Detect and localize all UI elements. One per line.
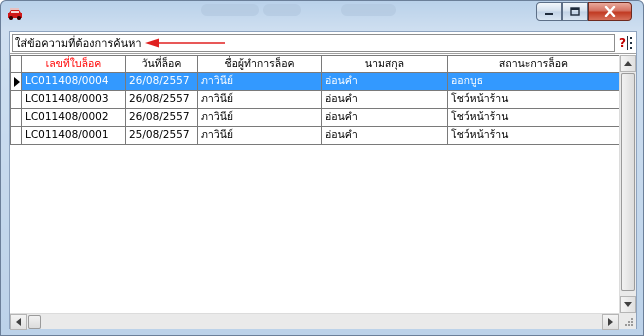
cell-lock-no[interactable]: LC011408/0003: [22, 91, 126, 109]
cell-surname[interactable]: อ่อนคำ: [322, 109, 448, 127]
data-grid[interactable]: เลขที่ใบล็อค วันที่ล็อค ชื่อผู้ทำการล็อค…: [10, 55, 620, 315]
cell-locked-by[interactable]: ภาวินีย์: [198, 109, 322, 127]
close-button[interactable]: [588, 2, 632, 21]
search-bar: ?: [10, 32, 636, 54]
row-selector[interactable]: [10, 73, 22, 91]
maximize-icon: [570, 7, 580, 16]
cell-lock-status[interactable]: ออกบูธ: [448, 73, 620, 91]
car-icon: [8, 8, 22, 20]
column-header-locked-by[interactable]: ชื่อผู้ทำการล็อค: [198, 55, 322, 73]
scroll-thumb[interactable]: [28, 315, 41, 329]
scroll-thumb[interactable]: [621, 73, 635, 291]
blurred-title: [263, 4, 301, 16]
column-header-lock-date[interactable]: วันที่ล็อค: [126, 55, 198, 73]
cell-lock-no[interactable]: LC011408/0002: [22, 109, 126, 127]
row-selector[interactable]: [10, 91, 22, 109]
cell-locked-by[interactable]: ภาวินีย์: [198, 73, 322, 91]
cell-lock-date[interactable]: 26/08/2557: [126, 73, 198, 91]
cell-lock-status[interactable]: โชว์หน้าร้าน: [448, 91, 620, 109]
close-icon: [604, 6, 616, 17]
minimize-icon: [545, 12, 553, 15]
scroll-down-button[interactable]: [620, 296, 636, 313]
column-header-surname[interactable]: นามสกุล: [322, 55, 448, 73]
cell-lock-date[interactable]: 25/08/2557: [126, 127, 198, 145]
dots-icon[interactable]: [627, 35, 635, 51]
cell-lock-no[interactable]: LC011408/0001: [22, 127, 126, 145]
cell-lock-status[interactable]: โชว์หน้าร้าน: [448, 109, 620, 127]
grid-header: เลขที่ใบล็อค วันที่ล็อค ชื่อผู้ทำการล็อค…: [10, 55, 620, 73]
cell-surname[interactable]: อ่อนคำ: [322, 73, 448, 91]
scroll-right-button[interactable]: [602, 314, 619, 330]
column-header-lock-status[interactable]: สถานะการล็อค: [448, 55, 620, 73]
cell-lock-date[interactable]: 26/08/2557: [126, 109, 198, 127]
maximize-button[interactable]: [562, 2, 588, 21]
blurred-title: [201, 4, 259, 16]
current-row-icon: [14, 77, 20, 87]
cell-lock-no[interactable]: LC011408/0004: [22, 73, 126, 91]
cell-locked-by[interactable]: ภาวินีย์: [198, 127, 322, 145]
table-row[interactable]: LC011408/0004 26/08/2557 ภาวินีย์ อ่อนคำ…: [10, 73, 620, 91]
cell-lock-status[interactable]: โชว์หน้าร้าน: [448, 127, 620, 145]
vertical-scrollbar[interactable]: [619, 55, 636, 313]
table-row[interactable]: LC011408/0003 26/08/2557 ภาวินีย์ อ่อนคำ…: [10, 91, 620, 109]
client-area: ? เลขที่ใบล็อค วันที่ล็อค ชื่อผู้ทำการล็…: [9, 31, 637, 330]
table-row[interactable]: LC011408/0002 26/08/2557 ภาวินีย์ อ่อนคำ…: [10, 109, 620, 127]
resize-grip-icon[interactable]: [622, 315, 634, 327]
cell-surname[interactable]: อ่อนคำ: [322, 127, 448, 145]
column-header-lock-no[interactable]: เลขที่ใบล็อค: [22, 55, 126, 73]
scroll-left-button[interactable]: [10, 314, 27, 330]
scroll-up-button[interactable]: [620, 55, 636, 72]
cell-surname[interactable]: อ่อนคำ: [322, 91, 448, 109]
row-selector[interactable]: [10, 127, 22, 145]
arrow-left-icon: [16, 318, 21, 326]
arrow-up-icon: [624, 61, 632, 66]
annotation-arrow: [145, 38, 225, 48]
header-row-selector: [10, 55, 22, 73]
window-frame: ? เลขที่ใบล็อค วันที่ล็อค ชื่อผู้ทำการล็…: [0, 0, 644, 336]
arrow-right-icon: [608, 318, 613, 326]
table-row[interactable]: LC011408/0001 25/08/2557 ภาวินีย์ อ่อนคำ…: [10, 127, 620, 145]
row-selector[interactable]: [10, 109, 22, 127]
cell-locked-by[interactable]: ภาวินีย์: [198, 91, 322, 109]
title-bar[interactable]: [1, 1, 643, 28]
horizontal-scrollbar[interactable]: [10, 313, 619, 330]
cell-lock-date[interactable]: 26/08/2557: [126, 91, 198, 109]
search-input[interactable]: [12, 34, 615, 52]
minimize-button[interactable]: [536, 2, 562, 21]
arrow-down-icon: [624, 302, 632, 307]
blurred-title: [341, 4, 396, 16]
